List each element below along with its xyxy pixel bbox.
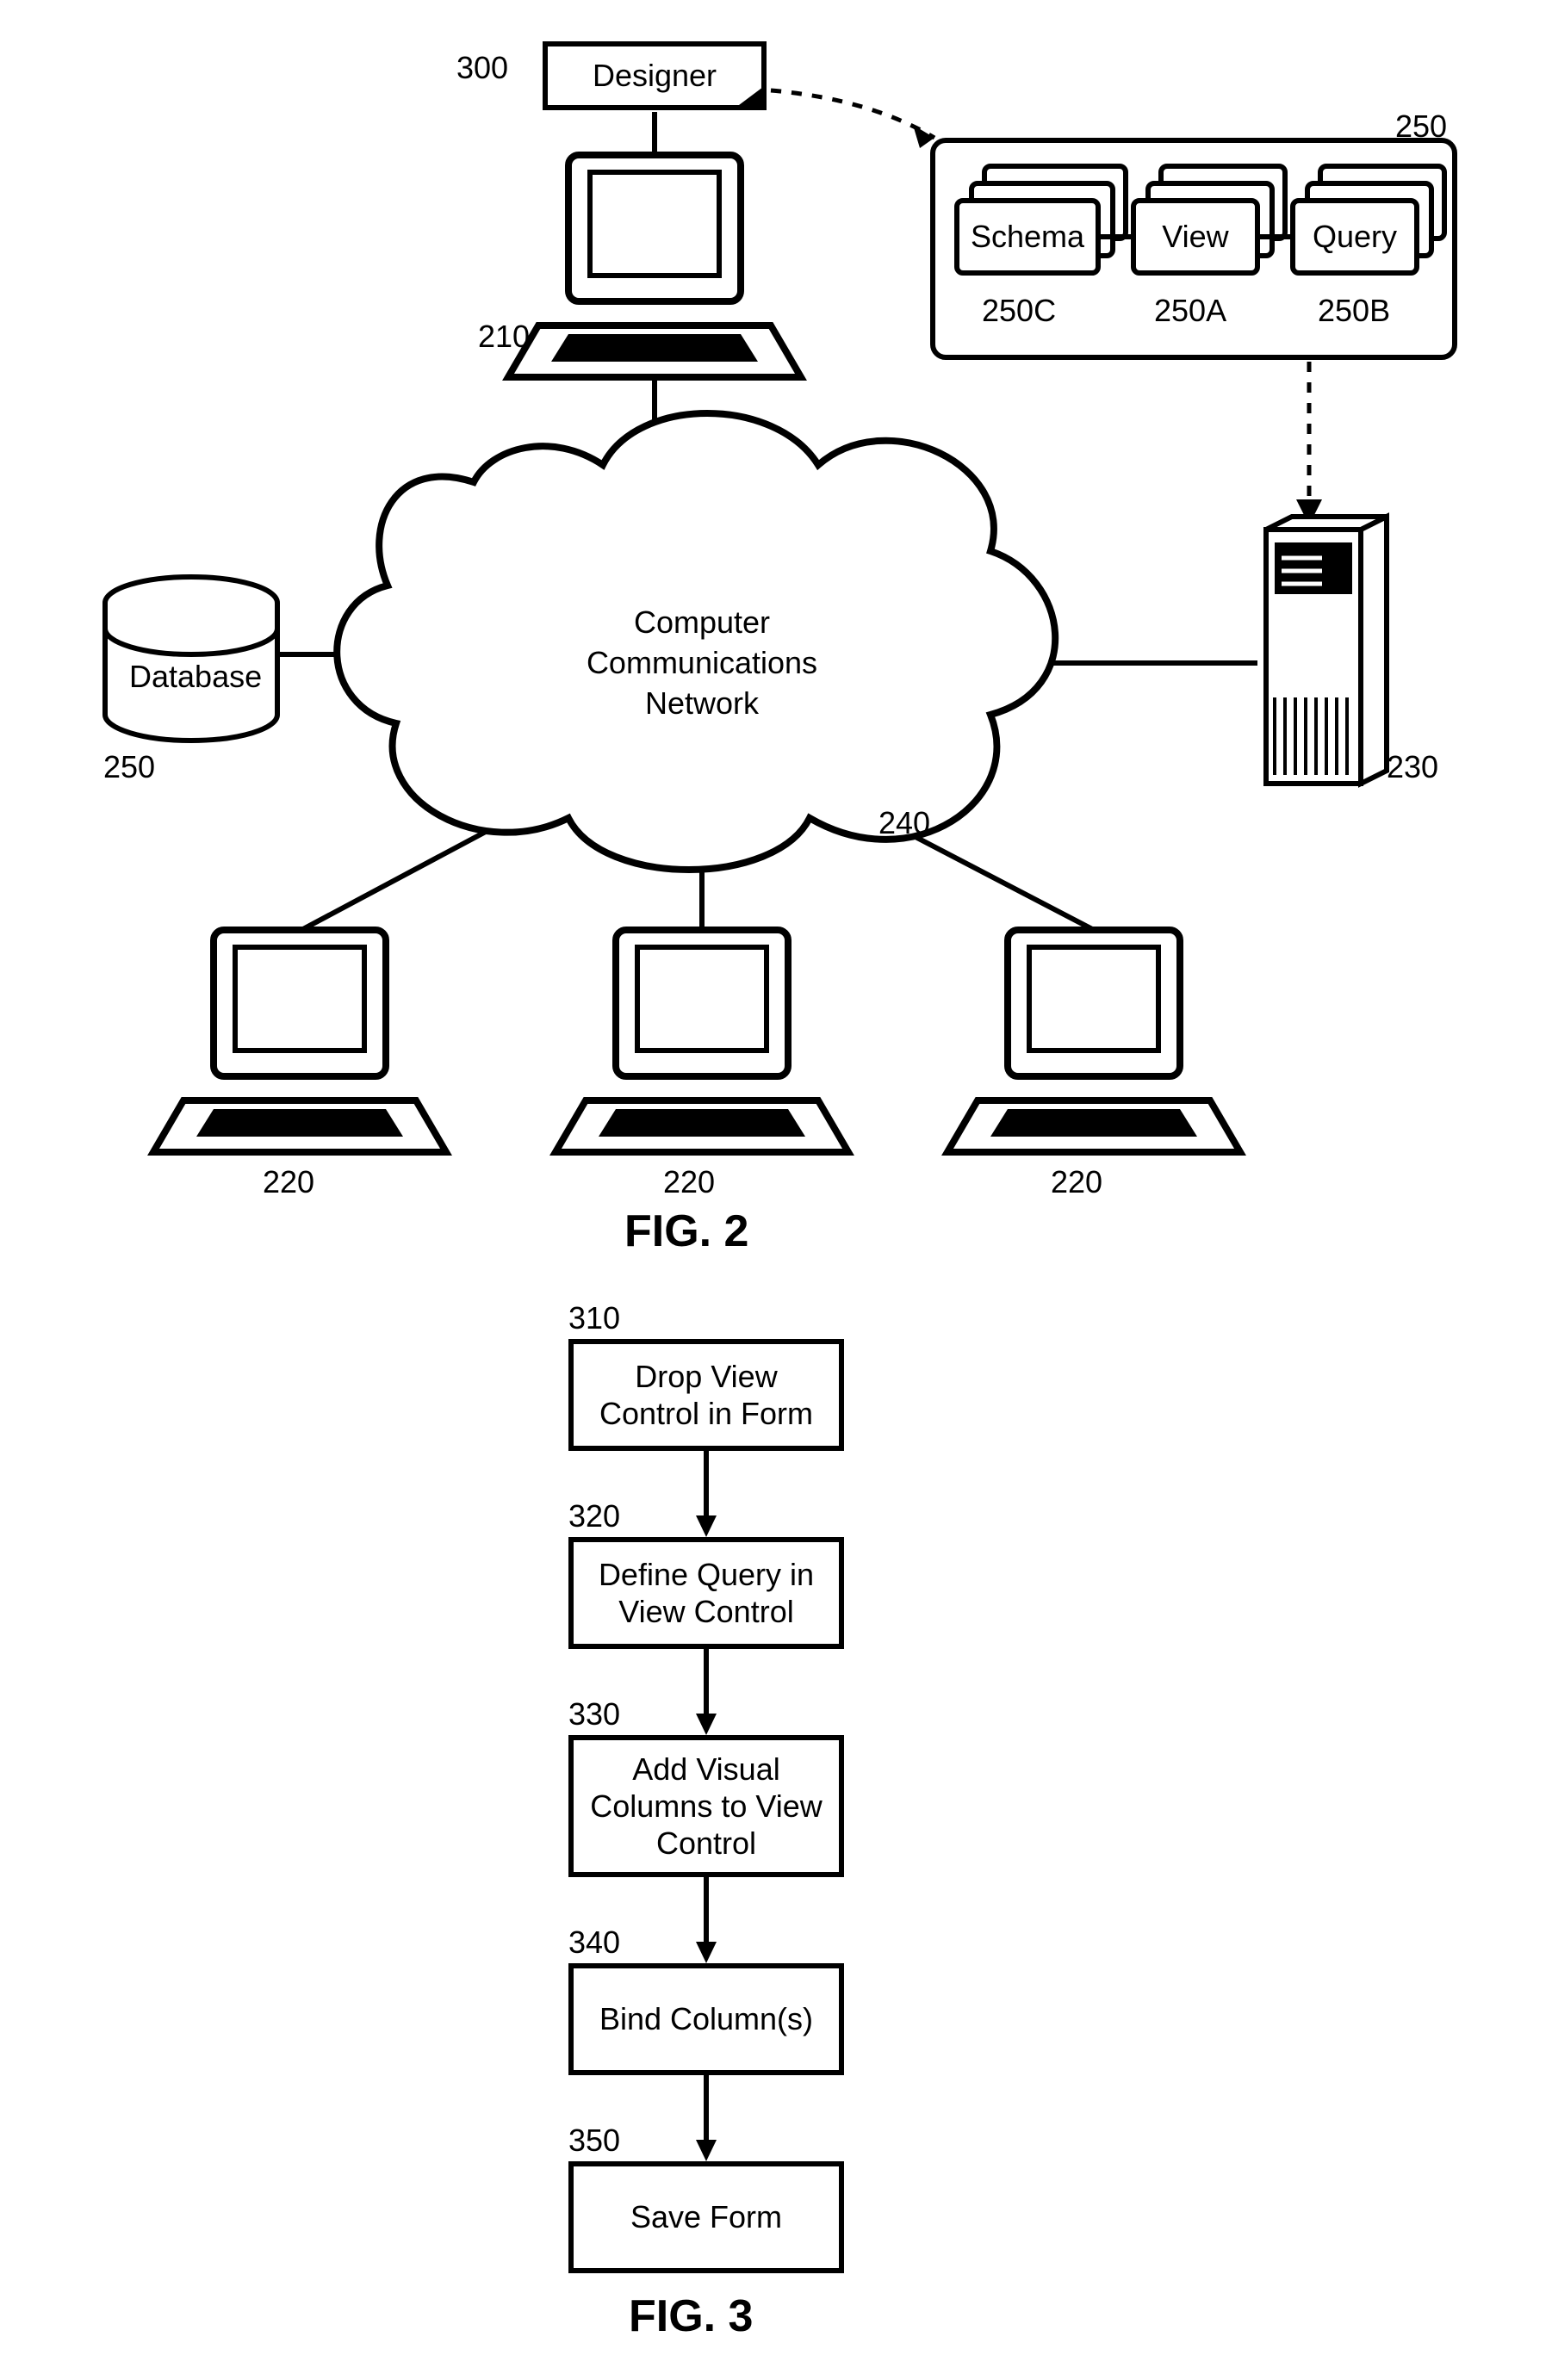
ref-step-330: 330 [568,1696,620,1732]
client-right-shape [947,930,1240,1152]
card-schema: Schema [954,198,1101,276]
ref-database: 250 [103,749,155,785]
ref-client-right: 220 [1051,1164,1102,1200]
ref-step-350: 350 [568,2123,620,2159]
ref-client-left: 220 [263,1164,314,1200]
ref-card-query: 250B [1318,293,1390,329]
ref-server: 230 [1387,749,1438,785]
client-middle-shape [556,930,848,1152]
ref-cloud: 240 [878,805,930,841]
fig2-title: FIG. 2 [624,1205,748,1257]
ref-step-320: 320 [568,1498,620,1534]
ref-card-schema: 250C [982,293,1056,329]
card-schema-label: Schema [971,218,1084,255]
ref-designer: 300 [456,50,508,86]
ref-computer-top: 210 [478,319,530,355]
server-shape [1266,517,1387,784]
designer-label: Designer [593,57,717,94]
ref-step-340: 340 [568,1924,620,1961]
designer-notch [732,84,775,119]
ref-panel: 250 [1395,108,1447,145]
cloud-label: ComputerCommunicationsNetwork [586,603,818,723]
page: 300 Designer 210 ComputerCommunicationsN… [0,0,1552,2380]
ref-client-middle: 220 [663,1164,715,1200]
panel-card-links [1098,224,1443,258]
fig3-arrows [663,1339,749,2372]
client-left-shape [153,930,446,1152]
ref-step-310: 310 [568,1300,620,1336]
database-label: Database [129,659,262,695]
ref-card-view: 250A [1154,293,1226,329]
computer-top-shape [508,155,801,377]
fig3-title: FIG. 3 [629,2290,753,2342]
